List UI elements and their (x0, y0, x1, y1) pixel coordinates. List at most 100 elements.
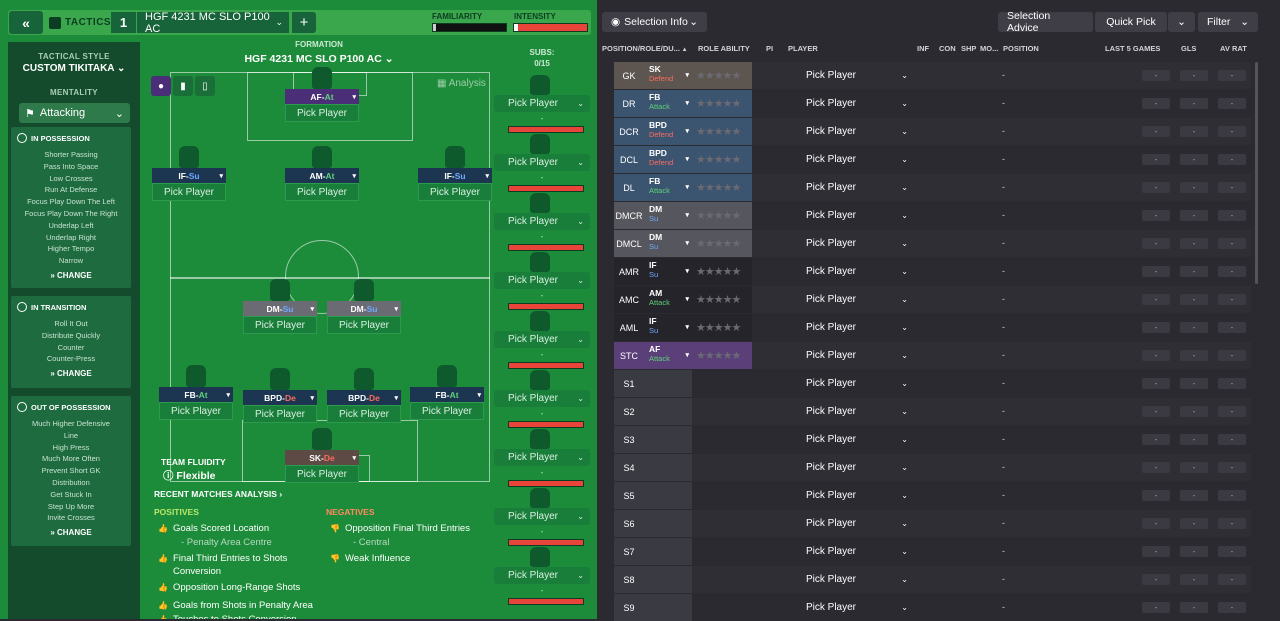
selection-info-dropdown[interactable]: ◉ Selection Info ⌄ (602, 12, 707, 32)
table-scrollbar[interactable] (1255, 62, 1258, 284)
pitch-player-card[interactable]: IF - Su ▾ Pick Player (418, 146, 492, 201)
filter-dropdown[interactable]: Filter ⌄ (1198, 12, 1258, 32)
player-role-selector[interactable]: DM - Su ▾ (243, 301, 317, 316)
sub-slot[interactable]: Pick Player ⌄ - (494, 134, 590, 192)
analysis-button[interactable]: ▦ Analysis (437, 78, 486, 89)
row-pick-player[interactable]: Pick Player ⌄ (788, 146, 910, 173)
row-role-selector[interactable]: AF Attack ▾ (644, 342, 692, 369)
row-pick-player[interactable]: Pick Player ⌄ (788, 510, 910, 537)
formation-dropdown[interactable]: HGF 4231 MC SLO P100 AC ⌄ (146, 53, 492, 65)
sub-pick-player-button[interactable]: Pick Player ⌄ (494, 95, 590, 112)
sub-slot[interactable]: Pick Player ⌄ - (494, 252, 590, 310)
row-pick-player[interactable]: Pick Player ⌄ (788, 482, 910, 509)
familiarity-bar[interactable] (432, 23, 507, 32)
row-pick-player[interactable]: Pick Player ⌄ (788, 174, 910, 201)
in-possession-change-button[interactable]: » CHANGE (11, 271, 131, 280)
sub-slot[interactable]: Pick Player ⌄ - (494, 311, 590, 369)
row-pick-player[interactable]: Pick Player ⌄ (788, 202, 910, 229)
sub-slot[interactable]: Pick Player ⌄ - (494, 488, 590, 546)
pick-player-button[interactable]: Pick Player (285, 465, 359, 483)
pitch-player-card[interactable]: DM - Su ▾ Pick Player (243, 279, 317, 334)
player-role-selector[interactable]: SK - De ▾ (285, 450, 359, 465)
pitch-player-card[interactable]: BPD - De ▾ Pick Player (327, 368, 401, 423)
pitch-player-card[interactable]: DM - Su ▾ Pick Player (327, 279, 401, 334)
row-pick-player[interactable]: Pick Player ⌄ (788, 62, 910, 89)
in-transition-change-button[interactable]: » CHANGE (11, 369, 131, 378)
column-header[interactable]: GLS (1181, 44, 1196, 53)
table-row[interactable]: S3 Pick Player ⌄ - - - - (614, 426, 1251, 453)
row-pick-player[interactable]: Pick Player ⌄ (788, 118, 910, 145)
recent-matches-analysis-link[interactable]: RECENT MATCHES ANALYSIS › (154, 489, 282, 499)
row-pick-player[interactable]: Pick Player ⌄ (788, 370, 910, 397)
table-row[interactable]: S8 Pick Player ⌄ - - - - (614, 566, 1251, 593)
row-role-selector[interactable]: BPD Defend ▾ (644, 146, 692, 173)
table-row[interactable]: DR FB Attack ▾ ★★★★★ Pick Player ⌄ - - - - (614, 90, 1251, 117)
player-role-selector[interactable]: FB - At ▾ (410, 387, 484, 402)
table-row[interactable]: STC AF Attack ▾ ★★★★★ Pick Player ⌄ - - - - (614, 342, 1251, 369)
sub-slot[interactable]: Pick Player ⌄ - (494, 370, 590, 428)
row-role-selector[interactable]: FB Attack ▾ (644, 174, 692, 201)
pick-player-button[interactable]: Pick Player (285, 183, 359, 201)
tactic-name-dropdown[interactable]: HGF 4231 MC SLO P100 AC ⌄ (137, 11, 289, 35)
table-row[interactable]: DMCL DM Su ▾ ★★★★★ Pick Player ⌄ - - - - (614, 230, 1251, 257)
table-row[interactable]: AML IF Su ▾ ★★★★★ Pick Player ⌄ - - - - (614, 314, 1251, 341)
row-role-selector[interactable]: FB Attack ▾ (644, 90, 692, 117)
table-row[interactable]: S6 Pick Player ⌄ - - - - (614, 510, 1251, 537)
player-role-selector[interactable]: FB - At ▾ (159, 387, 233, 402)
sub-pick-player-button[interactable]: Pick Player ⌄ (494, 213, 590, 230)
mentality-dropdown[interactable]: ⚑ Attacking ⌄ (19, 103, 130, 123)
sub-slot[interactable]: Pick Player ⌄ - (494, 429, 590, 487)
row-role-selector[interactable]: BPD Defend ▾ (644, 118, 692, 145)
table-row[interactable]: DCR BPD Defend ▾ ★★★★★ Pick Player ⌄ - - - - (614, 118, 1251, 145)
column-header[interactable]: POSITION/ROLE/DU... ▲ (602, 44, 688, 53)
pick-player-button[interactable]: Pick Player (152, 183, 226, 201)
pick-player-button[interactable]: Pick Player (327, 405, 401, 423)
row-pick-player[interactable]: Pick Player ⌄ (788, 314, 910, 341)
table-row[interactable]: AMR IF Su ▾ ★★★★★ Pick Player ⌄ - - - - (614, 258, 1251, 285)
table-row[interactable]: DMCR DM Su ▾ ★★★★★ Pick Player ⌄ - - - - (614, 202, 1251, 229)
row-role-selector[interactable]: IF Su ▾ (644, 314, 692, 341)
quick-pick-dropdown[interactable]: ⌄ (1168, 12, 1195, 32)
table-row[interactable]: S9 Pick Player ⌄ - - - - (614, 594, 1251, 621)
pick-player-button[interactable]: Pick Player (327, 316, 401, 334)
row-pick-player[interactable]: Pick Player ⌄ (788, 594, 910, 621)
back-button[interactable]: « (9, 11, 43, 34)
column-header[interactable]: POSITION (1003, 44, 1039, 53)
player-role-selector[interactable]: BPD - De ▾ (327, 390, 401, 405)
row-pick-player[interactable]: Pick Player ⌄ (788, 342, 910, 369)
selection-advice-button[interactable]: Selection Advice (998, 10, 1093, 34)
table-row[interactable]: GK SK Defend ▾ ★★★★★ Pick Player ⌄ - - - - (614, 62, 1251, 89)
column-header[interactable]: CON (939, 44, 956, 53)
stats-view-toggle[interactable]: ▮ (173, 76, 193, 96)
row-pick-player[interactable]: Pick Player ⌄ (788, 454, 910, 481)
column-header[interactable]: LAST 5 GAMES (1105, 44, 1160, 53)
row-pick-player[interactable]: Pick Player ⌄ (788, 230, 910, 257)
column-header[interactable]: MO... (980, 44, 998, 53)
tactical-style-dropdown[interactable]: CUSTOM TIKITAKA ⌄ (8, 63, 140, 74)
player-role-selector[interactable]: AM - At ▾ (285, 168, 359, 183)
sub-slot[interactable]: Pick Player ⌄ - (494, 75, 590, 133)
player-role-selector[interactable]: IF - Su ▾ (152, 168, 226, 183)
pitch-player-card[interactable]: IF - Su ▾ Pick Player (152, 146, 226, 201)
pick-player-button[interactable]: Pick Player (285, 104, 359, 122)
sub-slot[interactable]: Pick Player ⌄ - (494, 547, 590, 605)
sub-slot[interactable]: Pick Player ⌄ - (494, 193, 590, 251)
pick-player-button[interactable]: Pick Player (159, 402, 233, 420)
pitch-player-card[interactable]: AF - At ▾ Pick Player (285, 67, 359, 122)
sub-pick-player-button[interactable]: Pick Player ⌄ (494, 567, 590, 584)
table-row[interactable]: S7 Pick Player ⌄ - - - - (614, 538, 1251, 565)
player-role-selector[interactable]: DM - Su ▾ (327, 301, 401, 316)
column-header[interactable]: INF (917, 44, 929, 53)
row-role-selector[interactable]: DM Su ▾ (644, 202, 692, 229)
row-pick-player[interactable]: Pick Player ⌄ (788, 566, 910, 593)
column-header[interactable]: PI (766, 44, 773, 53)
table-row[interactable]: DCL BPD Defend ▾ ★★★★★ Pick Player ⌄ - - - - (614, 146, 1251, 173)
column-header[interactable]: SHP (961, 44, 976, 53)
row-pick-player[interactable]: Pick Player ⌄ (788, 90, 910, 117)
row-pick-player[interactable]: Pick Player ⌄ (788, 258, 910, 285)
tactic-slot-number[interactable]: 1 (111, 12, 136, 33)
column-header[interactable]: ROLE ABILITY (698, 44, 750, 53)
pitch-player-card[interactable]: FB - At ▾ Pick Player (159, 365, 233, 420)
pick-player-button[interactable]: Pick Player (243, 405, 317, 423)
sub-pick-player-button[interactable]: Pick Player ⌄ (494, 508, 590, 525)
